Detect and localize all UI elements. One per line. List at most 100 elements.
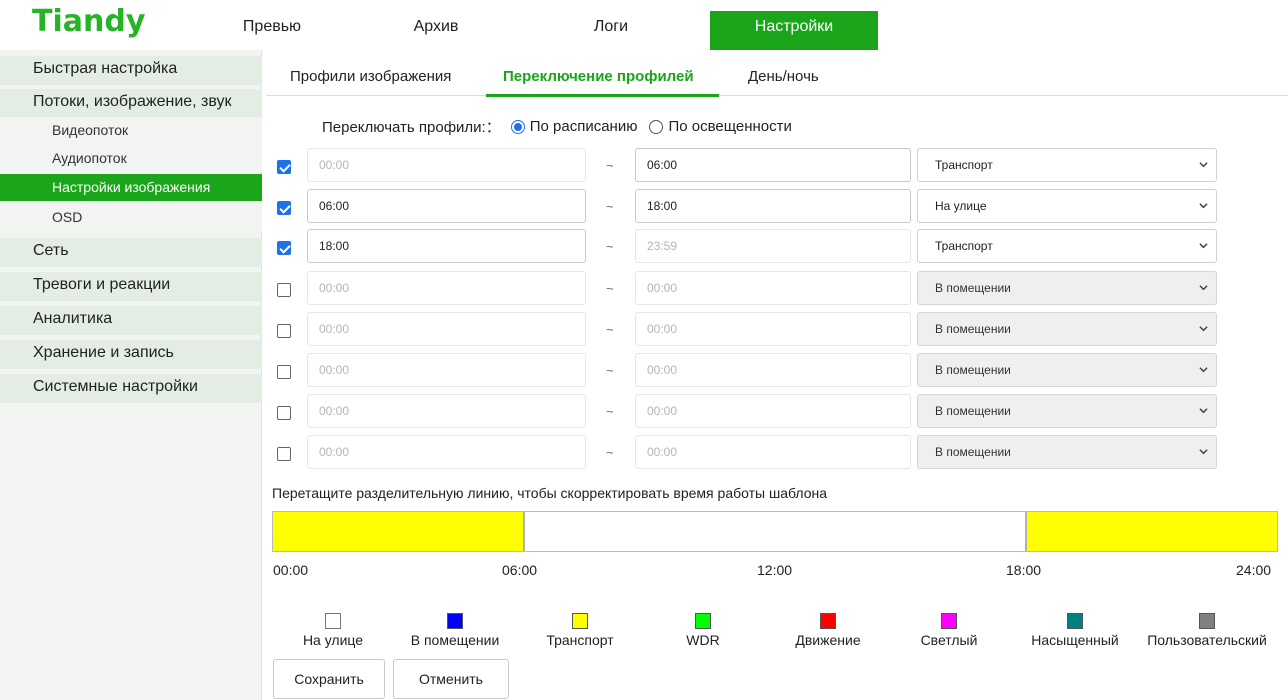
profile-select[interactable]: В помещении <box>917 435 1217 469</box>
active-subtab-indicator <box>486 94 719 97</box>
start-time-input[interactable] <box>307 271 586 305</box>
sidebar-item-quick-setup[interactable]: Быстрая настройка <box>0 56 262 85</box>
subtab-day-night[interactable]: День/ночь <box>748 68 819 85</box>
range-separator: ~ <box>606 199 614 214</box>
subtab-profile-switching[interactable]: Переключение профилей <box>503 68 694 85</box>
legend-item: Насыщенный <box>1005 613 1145 648</box>
chevron-down-icon <box>1199 162 1208 168</box>
timeline-tick-label: 00:00 <box>273 562 309 578</box>
row-checkbox[interactable] <box>277 324 291 338</box>
profile-select-value: Транспорт <box>935 158 993 172</box>
legend-label: WDR <box>686 632 720 648</box>
legend-swatch <box>820 613 836 629</box>
schedule-timeline[interactable] <box>272 511 1278 552</box>
chevron-down-icon <box>1199 203 1208 209</box>
tab-preview[interactable]: Превью <box>216 11 328 50</box>
end-time-input[interactable] <box>635 394 911 428</box>
tab-settings[interactable]: Настройки <box>710 11 878 50</box>
legend-item: На улице <box>263 613 403 648</box>
profile-select[interactable]: На улице <box>917 189 1217 223</box>
legend-swatch <box>1067 613 1083 629</box>
end-time-input[interactable] <box>635 353 911 387</box>
legend-label: Движение <box>795 632 861 648</box>
sidebar-subitem-image-settings[interactable]: Настройки изображения <box>0 174 262 201</box>
timeline-divider-handle[interactable] <box>1025 512 1027 551</box>
end-time-input[interactable] <box>635 148 911 182</box>
legend-label: В помещении <box>410 632 500 648</box>
chevron-down-icon <box>1199 367 1208 373</box>
legend-item: Транспорт <box>510 613 650 648</box>
range-separator: ~ <box>606 445 614 460</box>
legend-label: Светлый <box>920 632 978 648</box>
timeline-hint: Перетащите разделительную линию, чтобы с… <box>272 485 828 501</box>
subtab-image-profiles[interactable]: Профили изображения <box>290 68 451 85</box>
cancel-button[interactable]: Отменить <box>393 659 509 699</box>
row-checkbox[interactable] <box>277 241 291 255</box>
sidebar-item-analytics[interactable]: Аналитика <box>0 306 262 335</box>
start-time-input[interactable] <box>307 353 586 387</box>
range-separator: ~ <box>606 281 614 296</box>
profile-select[interactable]: В помещении <box>917 353 1217 387</box>
end-time-input[interactable] <box>635 271 911 305</box>
chevron-down-icon <box>1199 326 1208 332</box>
sidebar-item-system[interactable]: Системные настройки <box>0 374 262 403</box>
row-checkbox[interactable] <box>277 406 291 420</box>
profile-select-value: В помещении <box>935 363 1011 377</box>
timeline-tick-label: 24:00 <box>1236 562 1272 578</box>
legend-item: В помещении <box>385 613 525 648</box>
sidebar-subitem-videostream[interactable]: Видеопоток <box>0 117 262 144</box>
chevron-down-icon <box>1199 243 1208 249</box>
row-checkbox[interactable] <box>277 447 291 461</box>
start-time-input[interactable] <box>307 312 586 346</box>
sidebar-item-storage[interactable]: Хранение и запись <box>0 340 262 369</box>
tab-archive[interactable]: Архив <box>380 11 492 50</box>
sidebar-item-alarms[interactable]: Тревоги и реакции <box>0 272 262 301</box>
timeline-segment <box>1026 512 1277 551</box>
legend-label: Насыщенный <box>1031 632 1119 648</box>
sidebar-subitem-audiostream[interactable]: Аудиопоток <box>0 145 262 172</box>
sidebar-item-network[interactable]: Сеть <box>0 238 262 267</box>
start-time-input[interactable] <box>307 189 586 223</box>
row-checkbox[interactable] <box>277 201 291 215</box>
profile-select[interactable]: В помещении <box>917 394 1217 428</box>
row-checkbox[interactable] <box>277 160 291 174</box>
profile-select-value: В помещении <box>935 445 1011 459</box>
timeline-tick-label: 06:00 <box>502 562 538 578</box>
legend-item: Пользовательский <box>1137 613 1277 648</box>
end-time-input[interactable] <box>635 435 911 469</box>
chevron-down-icon <box>1199 285 1208 291</box>
legend-label: Транспорт <box>546 632 614 648</box>
row-checkbox[interactable] <box>277 365 291 379</box>
profile-select-value: На улице <box>935 199 987 213</box>
timeline-divider-handle[interactable] <box>523 512 525 551</box>
profile-select[interactable]: Транспорт <box>917 229 1217 263</box>
radio-by-light[interactable] <box>649 119 664 134</box>
profile-select-value: В помещении <box>935 404 1011 418</box>
start-time-input[interactable] <box>307 148 586 182</box>
legend-label: Пользовательский <box>1147 632 1267 648</box>
start-time-input[interactable] <box>307 394 586 428</box>
sidebar-item-streams[interactable]: Потоки, изображение, звук <box>0 89 262 118</box>
end-time-input[interactable] <box>635 312 911 346</box>
profile-select[interactable]: В помещении <box>917 271 1217 305</box>
timeline-segment <box>273 512 524 551</box>
save-button[interactable]: Сохранить <box>273 659 385 699</box>
legend-item: Светлый <box>879 613 1019 648</box>
chevron-down-icon <box>1199 449 1208 455</box>
start-time-input[interactable] <box>307 435 586 469</box>
start-time-input[interactable] <box>307 229 586 263</box>
end-time-input[interactable] <box>635 229 911 263</box>
profile-select-value: Транспорт <box>935 239 993 253</box>
range-separator: ~ <box>606 322 614 337</box>
end-time-input[interactable] <box>635 189 911 223</box>
legend-swatch <box>325 613 341 629</box>
row-checkbox[interactable] <box>277 283 291 297</box>
profile-select[interactable]: В помещении <box>917 312 1217 346</box>
sidebar-subitem-osd[interactable]: OSD <box>0 204 262 231</box>
range-separator: ~ <box>606 158 614 173</box>
tab-logs[interactable]: Логи <box>555 11 667 50</box>
radio-by-schedule[interactable] <box>510 119 525 134</box>
legend-swatch <box>695 613 711 629</box>
radio-by-light-label: По освещенности <box>668 118 792 135</box>
profile-select[interactable]: Транспорт <box>917 148 1217 182</box>
